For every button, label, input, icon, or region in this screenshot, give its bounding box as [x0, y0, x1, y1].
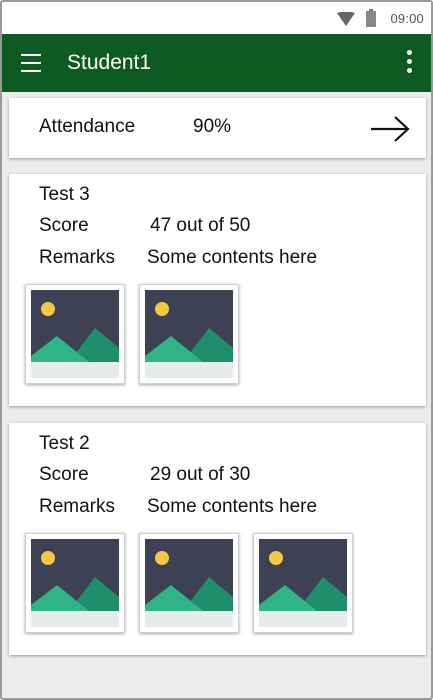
attendance-card[interactable]: Attendance 90%	[9, 98, 426, 158]
score-value: 47 out of 50	[150, 215, 251, 236]
image-thumbnails	[25, 533, 367, 633]
hamburger-menu-icon[interactable]	[21, 54, 41, 72]
image-placeholder-icon	[31, 539, 119, 627]
remarks-value: Some contents here	[147, 247, 318, 268]
status-bar: 09:00	[2, 2, 431, 34]
arrow-right-icon[interactable]	[370, 116, 410, 142]
image-placeholder-icon	[145, 539, 233, 627]
wifi-icon	[337, 12, 355, 26]
image-placeholder-icon	[31, 290, 119, 378]
test-title: Test 3	[39, 184, 90, 205]
image-thumbnail[interactable]	[139, 533, 239, 633]
attendance-label: Attendance	[39, 116, 136, 137]
remarks-label: Remarks	[39, 247, 116, 268]
remarks-label: Remarks	[39, 496, 116, 517]
app-bar: Student1	[2, 34, 431, 92]
image-thumbnail[interactable]	[25, 533, 125, 633]
phone-screen: 09:00 Student1 Attendance 90% Test 3 Sco…	[0, 0, 433, 700]
battery-icon	[366, 9, 376, 27]
score-label: Score	[39, 215, 89, 236]
test-title: Test 2	[39, 433, 90, 454]
score-value: 29 out of 30	[150, 464, 251, 485]
image-thumbnails	[25, 284, 253, 384]
test-card[interactable]: Test 3 Score 47 out of 50 Remarks Some c…	[9, 174, 426, 406]
more-vert-icon[interactable]	[407, 50, 413, 76]
image-thumbnail[interactable]	[25, 284, 125, 384]
app-title: Student1	[67, 51, 152, 74]
image-placeholder-icon	[259, 539, 347, 627]
attendance-value: 90%	[193, 116, 232, 137]
test-card[interactable]: Test 2 Score 29 out of 30 Remarks Some c…	[9, 423, 426, 655]
remarks-value: Some contents here	[147, 496, 318, 517]
image-thumbnail[interactable]	[253, 533, 353, 633]
status-time: 09:00	[390, 11, 424, 26]
image-thumbnail[interactable]	[139, 284, 239, 384]
score-label: Score	[39, 464, 89, 485]
image-placeholder-icon	[145, 290, 233, 378]
